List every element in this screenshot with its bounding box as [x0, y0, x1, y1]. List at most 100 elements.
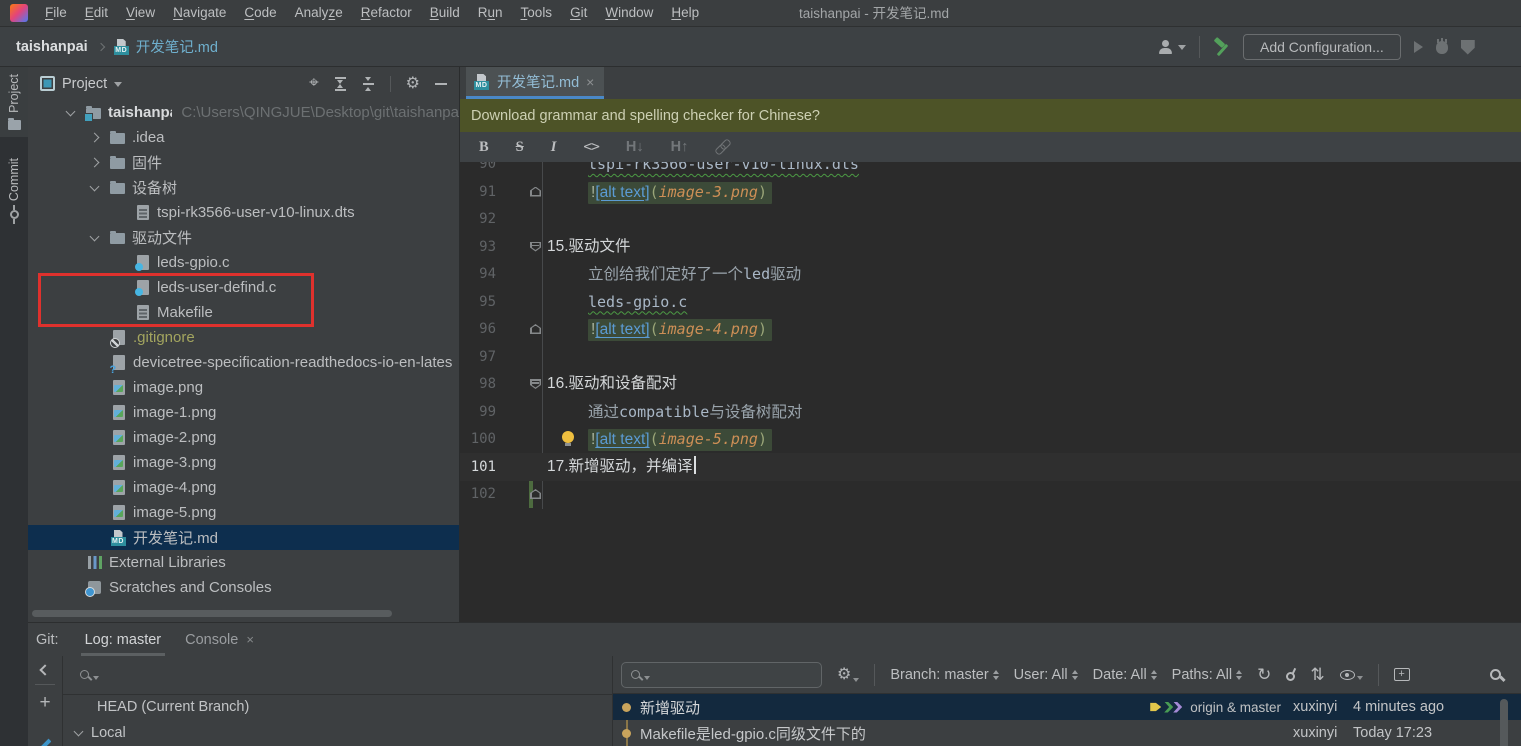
chevron-down-icon[interactable]	[114, 82, 122, 87]
branch-row-local[interactable]: Local	[63, 720, 612, 746]
editor-text-area[interactable]: 90tspi-rk3566-user-v10-linux.dts91![alt …	[460, 162, 1521, 622]
tree-item-image.png[interactable]: image.png	[28, 375, 459, 400]
branch-row-head[interactable]: HEAD (Current Branch)	[63, 695, 612, 721]
commit-row[interactable]: Makefile是led-gpio.c同级文件下的xuxinyiToday 17…	[613, 720, 1521, 746]
add-icon[interactable]: +	[39, 695, 50, 711]
header-level-down-icon[interactable]: H↓	[626, 139, 644, 155]
menu-item-file[interactable]: File	[36, 0, 76, 26]
tree-item-image-3.png[interactable]: image-3.png	[28, 450, 459, 475]
log-settings-button[interactable]: ⚙	[837, 667, 859, 682]
menu-item-git[interactable]: Git	[561, 0, 596, 26]
refresh-icon[interactable]: ↻	[1257, 666, 1271, 683]
file-image-icon	[110, 455, 127, 470]
commit-date: 4 minutes ago	[1353, 699, 1465, 715]
tab-console[interactable]: Console×	[173, 624, 266, 656]
intention-bulb-icon[interactable]	[562, 431, 574, 443]
debug-bug-icon[interactable]	[1436, 41, 1448, 54]
branch-search-field[interactable]	[63, 656, 612, 695]
filter-date[interactable]: Date: All	[1093, 667, 1157, 683]
fold-end-icon[interactable]	[530, 324, 541, 334]
fold-end-icon[interactable]	[530, 187, 541, 197]
cherry-pick-icon[interactable]	[1286, 672, 1295, 681]
tree-item-taishanpai[interactable]: taishanpaiC:\Users\QINGJUE\Desktop\git\t…	[28, 100, 459, 125]
bold-icon[interactable]: B	[479, 139, 489, 156]
fold-start-icon[interactable]	[530, 242, 541, 252]
menu-item-build[interactable]: Build	[421, 0, 469, 26]
tree-item-Makefile[interactable]: Makefile	[28, 300, 459, 325]
locate-file-icon[interactable]: ⌖	[309, 76, 319, 91]
collapse-all-icon[interactable]	[362, 77, 375, 91]
header-level-up-icon[interactable]: H↑	[671, 139, 689, 155]
markdown-file-icon: MD	[114, 39, 130, 55]
chevron-down-icon[interactable]	[66, 106, 76, 116]
tab-log-master[interactable]: Log: master	[73, 624, 174, 656]
tree-item-.gitignore[interactable]: .gitignore	[28, 325, 459, 350]
fold-end-icon[interactable]	[530, 489, 541, 499]
menu-item-view[interactable]: View	[117, 0, 164, 26]
breadcrumb-project[interactable]: taishanpai	[16, 39, 88, 55]
tree-item-image-2.png[interactable]: image-2.png	[28, 425, 459, 450]
coverage-icon[interactable]	[1461, 40, 1475, 55]
menu-item-window[interactable]: Window	[596, 0, 662, 26]
tree-item-image-5.png[interactable]: image-5.png	[28, 500, 459, 525]
tree-item-tspi-rk3566-user-v10-linux.dts[interactable]: tspi-rk3566-user-v10-linux.dts	[28, 200, 459, 225]
fold-start-icon[interactable]	[530, 379, 541, 389]
editor-tab[interactable]: MD 开发笔记.md ×	[466, 67, 604, 99]
italic-icon[interactable]: I	[551, 139, 557, 156]
tree-item-devicetree-specification-readthedocs-io-en-lates[interactable]: devicetree-specification-readthedocs-io-…	[28, 350, 459, 375]
build-hammer-icon[interactable]	[1213, 39, 1230, 56]
filter-branch[interactable]: Branch: master	[890, 667, 998, 683]
code-span-icon[interactable]: <>	[583, 139, 598, 155]
tree-item-固件[interactable]: 固件	[28, 150, 459, 175]
settings-gear-icon[interactable]: ⚙	[406, 76, 420, 91]
chevron-right-icon[interactable]	[90, 133, 100, 143]
menu-item-navigate[interactable]: Navigate	[164, 0, 235, 26]
expand-all-icon[interactable]	[334, 77, 347, 91]
menu-item-code[interactable]: Code	[235, 0, 285, 26]
editor-line-99: 99通过compatible与设备树配对	[460, 398, 1521, 426]
tree-horizontal-scrollbar[interactable]	[32, 610, 392, 617]
open-new-tab-icon[interactable]: +	[1394, 668, 1410, 681]
paint-brush-icon[interactable]	[39, 738, 51, 746]
hide-panel-icon[interactable]	[435, 83, 447, 85]
tree-item-image-4.png[interactable]: image-4.png	[28, 475, 459, 500]
filter-user[interactable]: User: All	[1014, 667, 1078, 683]
run-icon[interactable]	[1414, 41, 1423, 53]
strikethrough-icon[interactable]: S	[516, 139, 524, 156]
chevron-down-icon[interactable]	[90, 231, 100, 241]
chevron-down-icon[interactable]	[90, 181, 100, 191]
stripe-item-commit[interactable]: Commit	[0, 151, 28, 226]
tree-item-External-Libraries[interactable]: External Libraries	[28, 550, 459, 575]
menu-item-help[interactable]: Help	[662, 0, 708, 26]
add-configuration-button[interactable]: Add Configuration...	[1243, 34, 1401, 60]
sort-icon[interactable]: ⇅	[1310, 666, 1324, 683]
commit-search-field[interactable]	[621, 662, 822, 688]
menu-item-refactor[interactable]: Refactor	[352, 0, 421, 26]
tree-item-Scratches-and-Consoles[interactable]: Scratches and Consoles	[28, 575, 459, 600]
tree-item-开发笔记.md[interactable]: MD开发笔记.md	[28, 525, 459, 550]
close-tab-icon[interactable]: ×	[246, 624, 254, 656]
search-everywhere-icon[interactable]	[1490, 669, 1501, 680]
tree-item-设备树[interactable]: 设备树	[28, 175, 459, 200]
menu-item-analyze[interactable]: Analyze	[286, 0, 352, 26]
breadcrumb-file[interactable]: MD 开发笔记.md	[114, 36, 218, 57]
link-icon[interactable]	[715, 139, 731, 155]
chevron-right-icon[interactable]	[90, 158, 100, 168]
commit-list-scrollbar[interactable]	[1500, 699, 1508, 746]
tree-item-leds-gpio.c[interactable]: leds-gpio.c	[28, 250, 459, 275]
collapse-left-icon[interactable]	[39, 664, 50, 675]
tree-item-image-1.png[interactable]: image-1.png	[28, 400, 459, 425]
tree-item-leds-user-defind.c[interactable]: leds-user-defind.c	[28, 275, 459, 300]
tree-item-驱动文件[interactable]: 驱动文件	[28, 225, 459, 250]
view-options-button[interactable]	[1340, 670, 1363, 680]
user-account-button[interactable]	[1158, 40, 1186, 54]
filter-paths[interactable]: Paths: All	[1172, 667, 1242, 683]
close-tab-icon[interactable]: ×	[586, 75, 594, 89]
tree-item-.idea[interactable]: .idea	[28, 125, 459, 150]
commit-row[interactable]: 新增驱动origin & masterxuxinyi4 minutes ago	[613, 694, 1521, 720]
project-panel-title[interactable]: Project	[62, 76, 107, 92]
menu-item-edit[interactable]: Edit	[76, 0, 117, 26]
menu-item-tools[interactable]: Tools	[512, 0, 562, 26]
menu-item-run[interactable]: Run	[469, 0, 512, 26]
stripe-item-project[interactable]: Project	[0, 67, 28, 137]
